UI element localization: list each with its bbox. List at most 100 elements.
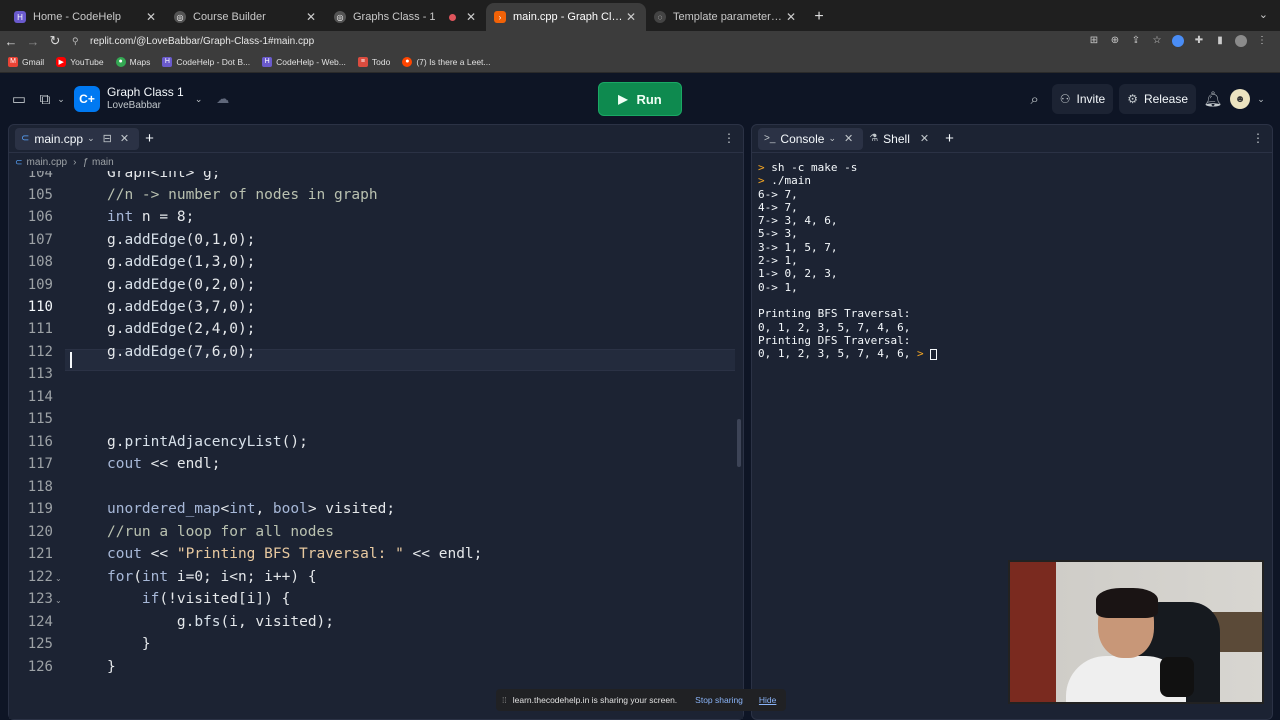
close-icon[interactable]: ✕ — [120, 132, 129, 145]
repl-owner: LoveBabbar — [107, 100, 161, 111]
tab-console[interactable]: >_ Console ⌄ ✕ — [758, 127, 864, 150]
invite-button[interactable]: ⚇ Invite — [1051, 84, 1114, 114]
bookmark-label: YouTube — [70, 56, 104, 67]
close-icon[interactable]: ✕ — [624, 10, 638, 24]
bookmark-star-icon[interactable]: ☆ — [1151, 35, 1163, 47]
browser-tab-title: Graphs Class - 1 — [353, 11, 436, 23]
console-prompt-icon: > — [916, 347, 931, 361]
browser-tab-title: Home - CodeHelp — [33, 11, 122, 23]
browser-menu-icon[interactable]: ⋮ — [1256, 35, 1268, 47]
bookmark-label: (7) Is there a Leet... — [416, 56, 491, 67]
line-number: 114 — [27, 389, 53, 405]
bookmark-codehelp-dotb[interactable]: H CodeHelp - Dot B... — [162, 56, 250, 67]
zoom-icon[interactable]: ⊕ — [1109, 35, 1121, 47]
browser-tab-home[interactable]: H Home - CodeHelp ✕ — [6, 3, 166, 31]
close-icon[interactable]: ✕ — [844, 132, 853, 145]
browser-tab-course-builder[interactable]: ◎ Course Builder ✕ — [166, 3, 326, 31]
close-icon[interactable]: ✕ — [920, 132, 929, 145]
fold-chevron-icon[interactable]: ⌄ — [55, 596, 62, 605]
extensions-puzzle-icon[interactable]: ✚ — [1193, 35, 1205, 47]
new-tab-button[interactable]: + — [806, 3, 832, 31]
line-number: 116 — [27, 434, 53, 450]
url-field[interactable]: ⚲ replit.com/@LoveBabbar/Graph-Class-1#m… — [72, 32, 1088, 50]
stop-sharing-button[interactable]: Stop sharing — [695, 695, 743, 705]
replit-logo-icon[interactable]: ⧉ — [34, 91, 56, 108]
text-cursor — [70, 352, 72, 368]
repl-title[interactable]: Graph Class 1 LoveBabbar — [107, 86, 184, 112]
share-icon[interactable]: ⇪ — [1130, 35, 1142, 47]
close-icon[interactable]: ✕ — [304, 10, 318, 24]
browser-tab-main-cpp[interactable]: › main.cpp - Graph Class 1 - Re ✕ — [486, 3, 646, 31]
more-options-icon[interactable]: ⋮ — [1252, 131, 1264, 145]
code-line: g.addEdge(2,4,0); — [107, 321, 256, 337]
bookmark-todo[interactable]: ≡ Todo — [357, 56, 391, 67]
split-view-icon[interactable]: ⊟ — [103, 132, 112, 145]
chevron-down-icon[interactable]: ⌄ — [56, 94, 66, 105]
code-line: g.addEdge(0,1,0); — [107, 232, 256, 248]
replit-favicon-icon: › — [494, 11, 506, 23]
drag-handle-icon[interactable]: ⁞⁞ — [502, 695, 507, 705]
hide-button[interactable]: Hide — [759, 695, 776, 705]
more-options-icon[interactable]: ⋮ — [723, 131, 735, 145]
bookmark-label: Todo — [371, 56, 391, 67]
line-number: 106 — [27, 209, 53, 225]
tab-main-cpp[interactable]: ⊂ main.cpp ⌄ ⊟ ✕ — [15, 127, 140, 150]
user-avatar[interactable]: ☻ — [1230, 89, 1250, 109]
bookmark-youtube[interactable]: ▶ YouTube — [56, 56, 104, 67]
code-line: } — [107, 659, 116, 675]
release-button[interactable]: ⚙ Release — [1119, 84, 1196, 114]
close-icon[interactable]: ✕ — [784, 10, 798, 24]
bookmark-leetcode[interactable]: ● (7) Is there a Leet... — [402, 56, 491, 67]
line-number: 108 — [27, 254, 53, 270]
line-number: 120 — [27, 524, 53, 540]
chevron-down-icon[interactable]: ⌄ — [87, 133, 95, 144]
breadcrumb-separator: › — [73, 156, 77, 168]
add-tab-button[interactable]: + — [939, 128, 960, 150]
reload-icon[interactable]: ↻ — [44, 33, 66, 49]
close-icon[interactable]: ✕ — [144, 10, 158, 24]
code-line: cout << "Printing BFS Traversal: " << en… — [107, 546, 483, 562]
breadcrumb-symbol[interactable]: main — [92, 157, 114, 168]
add-tab-button[interactable]: + — [139, 128, 160, 150]
line-number: 123 — [27, 591, 53, 607]
code-line: int n = 8; — [107, 209, 195, 225]
editor-scrollbar[interactable] — [737, 419, 741, 467]
gmail-icon: M — [8, 56, 18, 67]
chevron-down-icon[interactable]: ⌄ — [188, 94, 210, 105]
browser-tab-template[interactable]: ◌ Template parameters and temp ✕ — [646, 3, 806, 31]
fold-chevron-icon[interactable]: ⌄ — [55, 574, 62, 583]
chevron-down-icon[interactable]: ⌄ — [828, 133, 836, 144]
side-panel-icon[interactable]: ▮ — [1214, 35, 1226, 47]
bookmark-gmail[interactable]: M Gmail — [8, 56, 44, 67]
browser-tab-graphs[interactable]: ◎ Graphs Class - 1 ✕ — [326, 3, 486, 31]
bell-icon[interactable]: 🔔︎ — [1202, 90, 1224, 108]
close-icon[interactable]: ✕ — [464, 10, 478, 24]
address-bar-actions: ⊞ ⊕ ⇪ ☆ ✚ ▮ ⋮ — [1088, 35, 1280, 47]
line-number: 105 — [27, 187, 53, 203]
function-icon: ƒ — [82, 156, 89, 168]
profile-avatar[interactable] — [1235, 35, 1247, 47]
run-button[interactable]: ▶ Run — [598, 82, 682, 116]
code-line: g.addEdge(1,3,0); — [107, 254, 256, 270]
codehelp-favicon-icon: H — [14, 11, 26, 23]
url-text: replit.com/@LoveBabbar/Graph-Class-1#mai… — [90, 35, 315, 47]
install-app-icon[interactable]: ⊞ — [1088, 35, 1100, 47]
chevron-down-icon[interactable]: ⌄ — [1259, 8, 1268, 21]
tab-shell[interactable]: ⚗ Shell ✕ — [863, 128, 939, 150]
page-favicon-icon: ◌ — [654, 11, 666, 23]
breadcrumb-file[interactable]: main.cpp — [27, 157, 68, 168]
sidebar-toggle-icon[interactable]: ▭ — [8, 90, 30, 108]
globe-icon: ◎ — [174, 11, 186, 23]
back-arrow-icon[interactable]: ← — [0, 34, 22, 49]
site-info-icon[interactable]: ⚲ — [72, 36, 84, 47]
line-number: 107 — [27, 232, 53, 248]
shell-icon: ⚗ — [869, 133, 879, 144]
search-icon[interactable]: ⌕ — [1024, 91, 1046, 108]
code-editor[interactable]: 104 105 106 107 108 109 110 111 112 113 … — [9, 171, 743, 719]
code-line: g.addEdge(7,6,0); — [107, 344, 256, 360]
extension-blue-icon[interactable] — [1172, 35, 1184, 47]
chevron-down-icon[interactable]: ⌄ — [1256, 94, 1266, 105]
bookmark-codehelp-web[interactable]: H CodeHelp - Web... — [262, 56, 346, 67]
forward-arrow-icon[interactable]: → — [22, 34, 44, 49]
bookmark-maps[interactable]: ● Maps — [115, 56, 150, 67]
